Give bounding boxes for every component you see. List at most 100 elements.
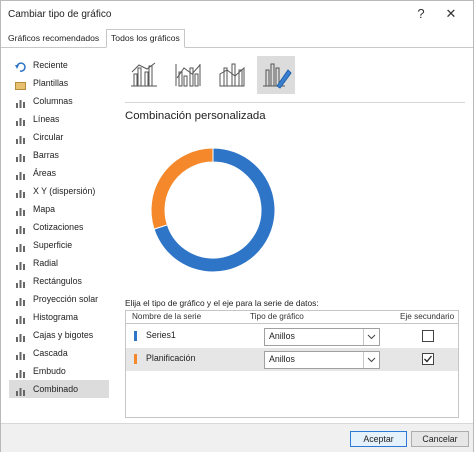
- sidebar-item-label: Radial: [33, 258, 58, 268]
- secondary-axis-checkbox[interactable]: [422, 330, 434, 342]
- section-title: Combinación personalizada: [125, 110, 266, 122]
- funnel-icon: [15, 366, 26, 378]
- chart-type-select[interactable]: Anillos: [264, 351, 380, 369]
- sidebar-item-radar-chart[interactable]: Radial: [9, 254, 109, 272]
- folder-icon: [15, 78, 26, 90]
- box-whisker-icon: [15, 330, 26, 342]
- sidebar-item-treemap[interactable]: Rectángulos: [9, 272, 109, 290]
- sidebar-item-label: Superficie: [33, 240, 73, 250]
- secondary-axis-checkbox[interactable]: [422, 353, 434, 365]
- donut-segment: [150, 147, 214, 230]
- stacked-area-column-thumb[interactable]: [213, 56, 251, 94]
- sidebar-item-label: Columnas: [33, 96, 73, 106]
- series-color-swatch: [134, 331, 137, 341]
- recent-icon: [15, 60, 26, 72]
- sidebar-item-waterfall[interactable]: Cascada: [9, 344, 109, 362]
- all-charts-panel: Reciente Plantillas Columnas Líneas Circular…: [1, 48, 473, 423]
- dialog-title: Cambiar tipo de gráfico: [8, 9, 112, 20]
- column-chart-icon: [15, 96, 26, 108]
- sidebar-item-label: Barras: [33, 150, 59, 160]
- sidebar-item-sunburst[interactable]: Proyección solar: [9, 290, 109, 308]
- waterfall-icon: [15, 348, 26, 360]
- radar-chart-icon: [15, 258, 26, 270]
- cancel-button[interactable]: Cancelar: [411, 431, 469, 447]
- sidebar-item-label: Embudo: [33, 366, 66, 376]
- chart-type-value: Anillos: [269, 354, 295, 364]
- series-color-swatch: [134, 354, 137, 364]
- tab-bar: Gráficos recomendados Todos los gráficos: [1, 29, 473, 48]
- custom-combination-icon: [263, 63, 292, 89]
- sidebar-item-label: Reciente: [33, 60, 68, 70]
- scatter-chart-icon: [15, 186, 26, 198]
- sidebar-item-combo-chart[interactable]: Combinado: [9, 380, 109, 398]
- sidebar-item-label: Proyección solar: [33, 294, 99, 304]
- series-instruction: Elija el tipo de gráfico y el eje para l…: [125, 298, 319, 308]
- sidebar-item-label: Plantillas: [33, 78, 69, 88]
- sidebar-item-bar-chart[interactable]: Barras: [9, 146, 109, 164]
- sidebar-item-area-chart[interactable]: Áreas: [9, 164, 109, 182]
- dialog-footer: Aceptar Cancelar: [1, 423, 473, 452]
- series-table: Nombre de la serie Tipo de gráfico Eje s…: [125, 310, 459, 418]
- clustered-column-line-icon: [131, 62, 157, 87]
- stock-chart-icon: [15, 222, 26, 234]
- area-chart-icon: [15, 168, 26, 180]
- chevron-down-icon[interactable]: [363, 329, 379, 345]
- combo-chart-icon: [15, 384, 26, 396]
- help-button[interactable]: ?: [411, 5, 431, 23]
- sidebar-item-label: Rectángulos: [33, 276, 82, 286]
- sidebar-item-label: Circular: [33, 132, 64, 142]
- header-divider: [126, 323, 458, 324]
- sidebar-item-recent[interactable]: Reciente: [9, 56, 109, 74]
- treemap-icon: [15, 276, 26, 288]
- sidebar-item-box-whisker[interactable]: Cajas y bigotes: [9, 326, 109, 344]
- column-line-secondary-axis-icon: [175, 64, 201, 87]
- sidebar-item-funnel[interactable]: Embudo: [9, 362, 109, 380]
- sidebar-item-label: Mapa: [33, 204, 56, 214]
- chart-category-list: Reciente Plantillas Columnas Líneas Circular…: [9, 56, 109, 398]
- line-chart-icon: [15, 114, 26, 126]
- sidebar-item-label: Líneas: [33, 114, 60, 124]
- sidebar-item-scatter-chart[interactable]: X Y (dispersión): [9, 182, 109, 200]
- pie-chart-icon: [15, 132, 26, 144]
- sidebar-item-label: Combinado: [33, 384, 78, 394]
- surface-chart-icon: [15, 240, 26, 252]
- sidebar-item-map-chart[interactable]: Mapa: [9, 200, 109, 218]
- series-name: Series1: [146, 330, 176, 340]
- sidebar-item-surface-chart[interactable]: Superficie: [9, 236, 109, 254]
- series-row-series1[interactable]: Series1 Anillos: [126, 325, 458, 348]
- sidebar-item-histogram[interactable]: Histograma: [9, 308, 109, 326]
- sidebar-item-label: Áreas: [33, 168, 56, 178]
- column-line-secondary-axis-thumb[interactable]: [169, 56, 207, 94]
- clustered-column-line-thumb[interactable]: [125, 56, 163, 94]
- sidebar-item-label: Histograma: [33, 312, 78, 322]
- checkmark-icon: [424, 355, 433, 363]
- series-row-planificacion[interactable]: Planificación Anillos: [126, 348, 458, 371]
- custom-combination-thumb[interactable]: [257, 56, 295, 94]
- change-chart-type-dialog: Cambiar tipo de gráfico ? ✕ Gráficos rec…: [0, 0, 474, 452]
- header-series-name: Nombre de la serie: [132, 312, 202, 321]
- header-chart-type: Tipo de gráfico: [250, 312, 304, 321]
- sidebar-item-column-chart[interactable]: Columnas: [9, 92, 109, 110]
- accept-button[interactable]: Aceptar: [350, 431, 407, 447]
- chart-type-select[interactable]: Anillos: [264, 328, 380, 346]
- sidebar-item-folder[interactable]: Plantillas: [9, 74, 109, 92]
- sidebar-item-label: Cascada: [33, 348, 68, 358]
- tab-recommended-charts[interactable]: Gráficos recomendados: [4, 30, 103, 46]
- gallery-separator: [125, 102, 465, 103]
- sidebar-item-pie-chart[interactable]: Circular: [9, 128, 109, 146]
- title-bar: Cambiar tipo de gráfico ? ✕: [1, 1, 473, 27]
- sunburst-icon: [15, 294, 26, 306]
- histogram-icon: [15, 312, 26, 324]
- tab-all-charts[interactable]: Todos los gráficos: [106, 29, 185, 48]
- sidebar-item-label: Cajas y bigotes: [33, 330, 94, 340]
- sidebar-item-line-chart[interactable]: Líneas: [9, 110, 109, 128]
- series-name: Planificación: [146, 353, 196, 363]
- sidebar-item-stock-chart[interactable]: Cotizaciones: [9, 218, 109, 236]
- chevron-down-icon[interactable]: [363, 352, 379, 368]
- donut-preview-chart: [150, 147, 276, 273]
- close-button[interactable]: ✕: [441, 5, 461, 23]
- header-secondary-axis: Eje secundario: [400, 312, 455, 321]
- chart-type-value: Anillos: [269, 331, 295, 341]
- stacked-area-column-icon: [219, 63, 245, 87]
- sidebar-item-label: Cotizaciones: [33, 222, 84, 232]
